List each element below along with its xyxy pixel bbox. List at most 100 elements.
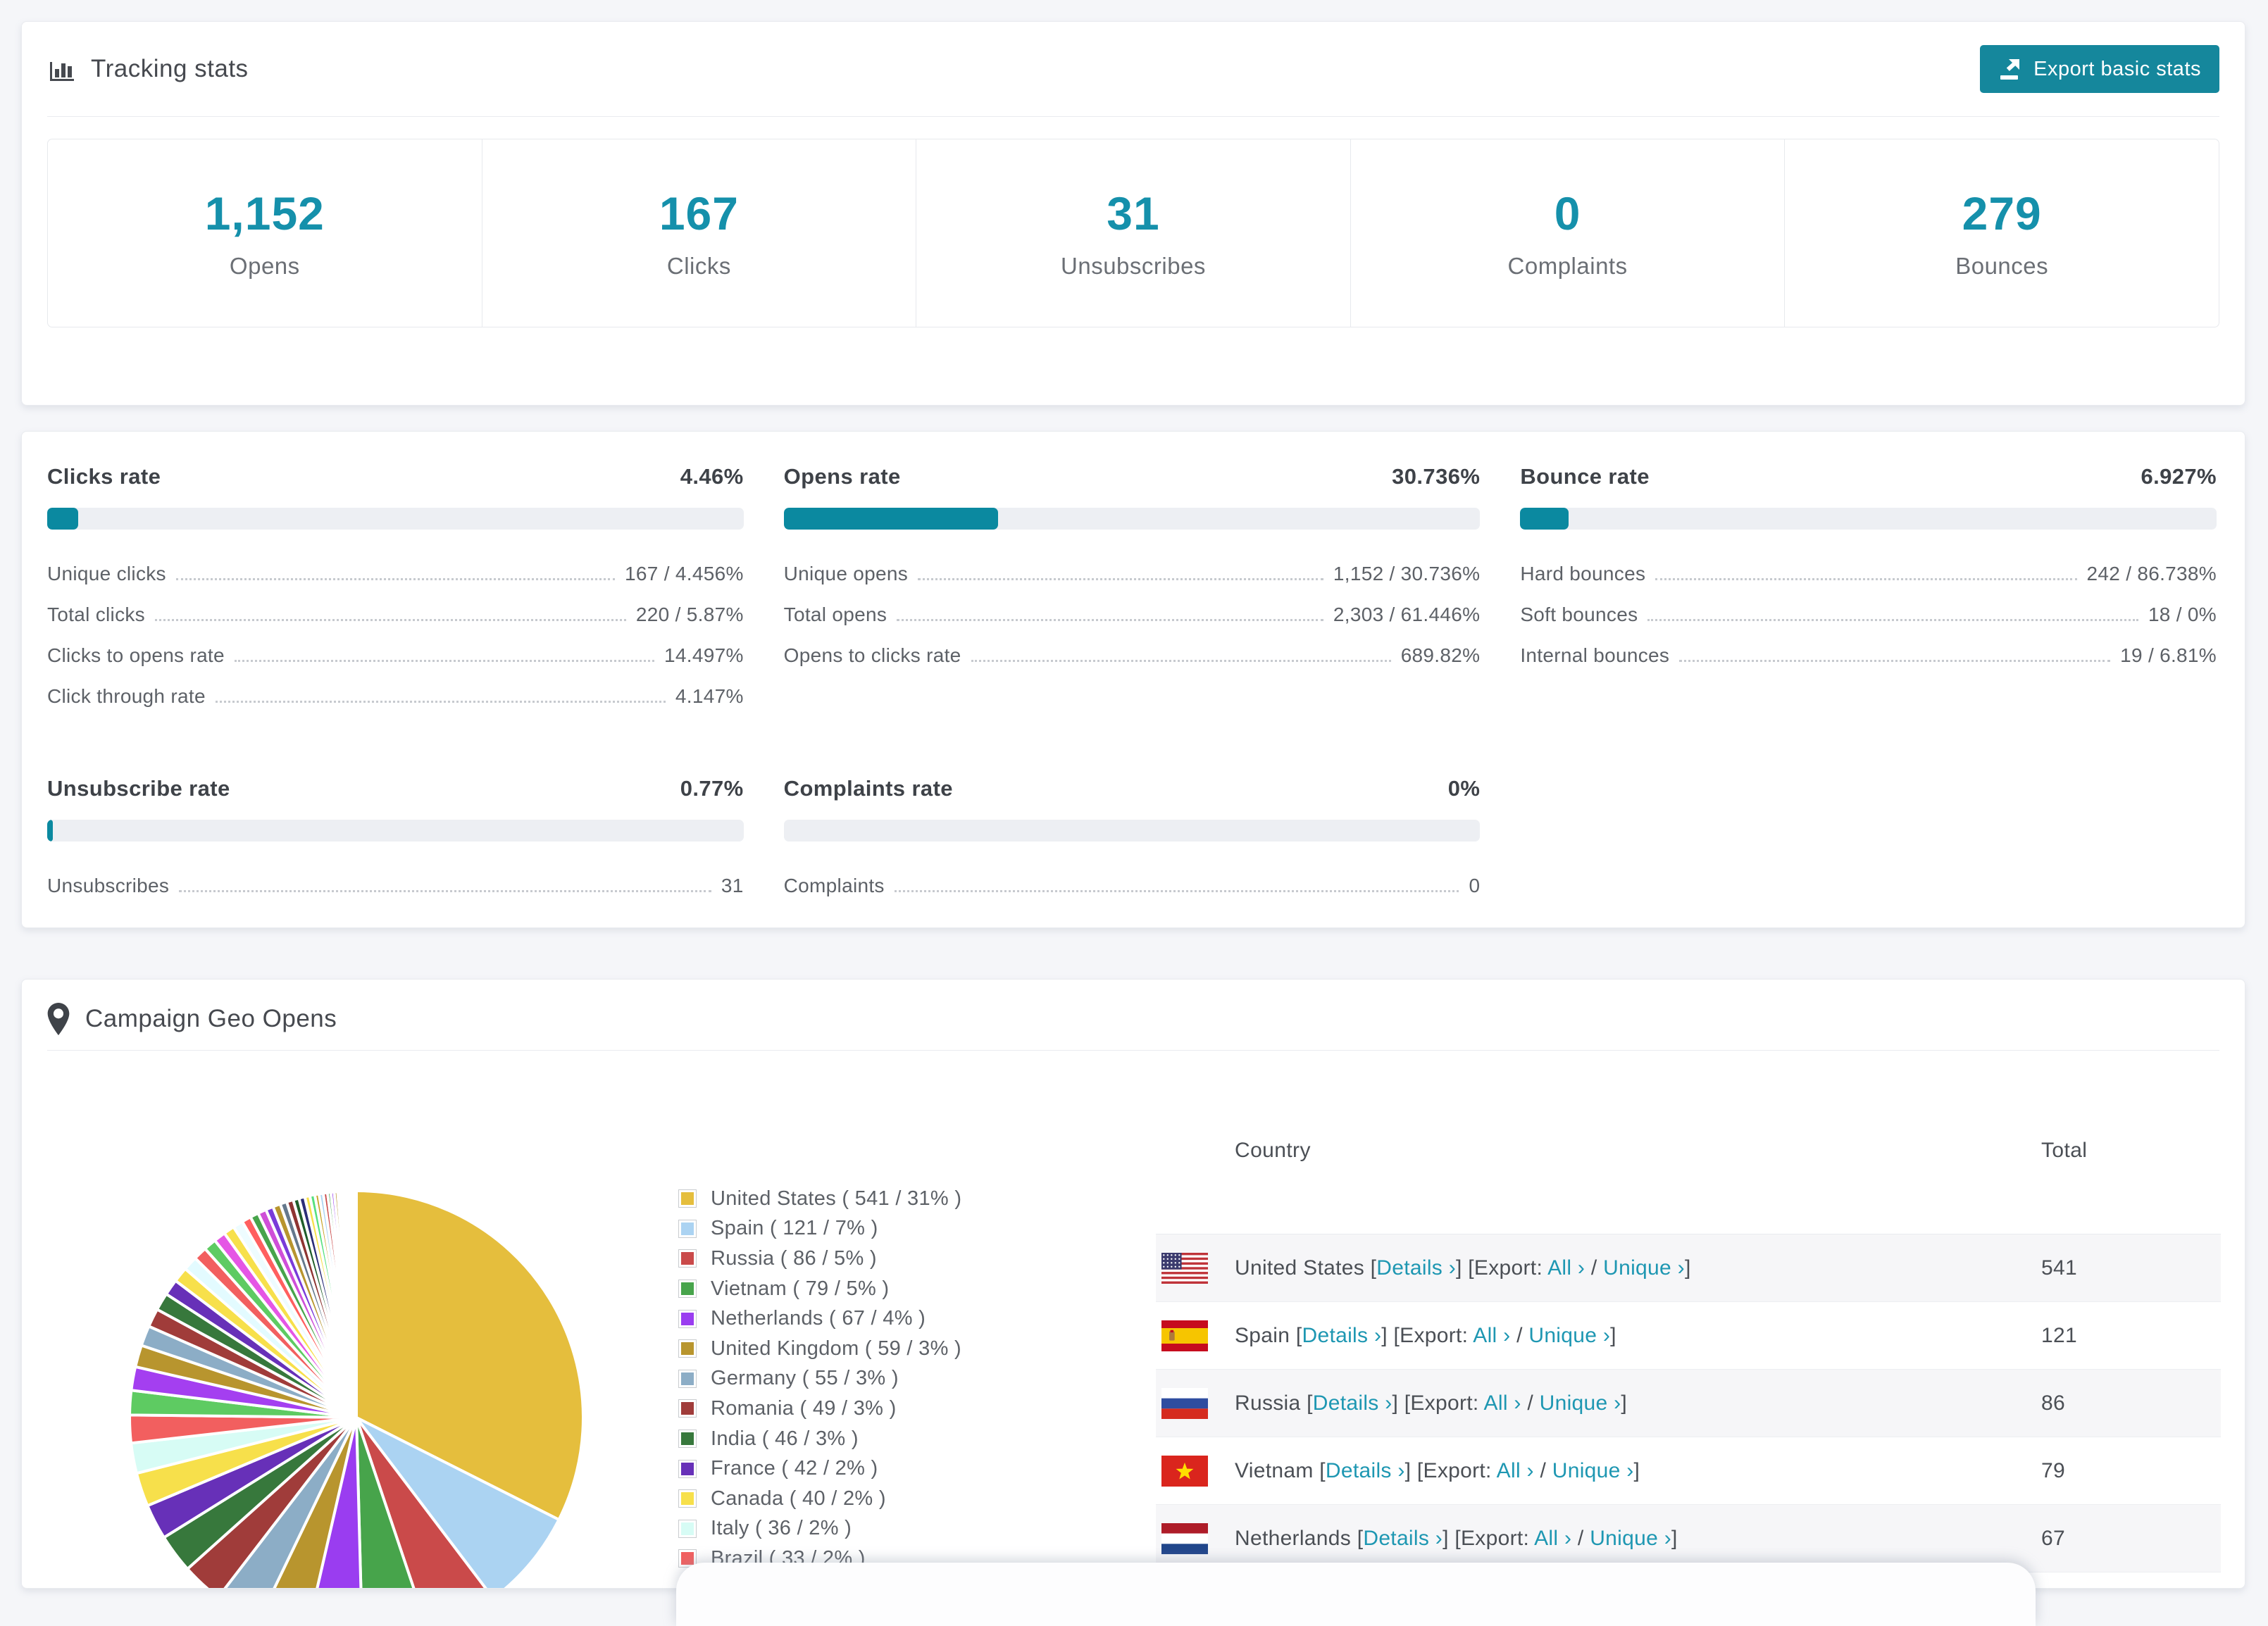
legend-item-romania[interactable]: Romania ( 49 / 3% ) [678,1394,961,1424]
rate-progress-bar [47,508,744,530]
country-links: Spain [Details ›] [Export: All › / Uniqu… [1235,1323,1616,1347]
legend-item-united-states[interactable]: United States ( 541 / 31% ) [678,1184,961,1214]
details-link[interactable]: Details › [1376,1256,1456,1280]
legend-item-vietnam[interactable]: Vietnam ( 79 / 5% ) [678,1274,961,1304]
stat-box-complaints: 0 Complaints [1351,139,1786,327]
rate-value: 6.927% [2141,464,2217,489]
rate-detail-label: Unique opens [783,563,909,584]
legend-label: Italy ( 36 / 2% ) [711,1517,852,1540]
country-total: 541 [2041,1256,2077,1280]
export-all-link[interactable]: All › [1497,1459,1534,1482]
rate-detail-label: Soft bounces [1520,604,1638,625]
export-unique-link[interactable]: Unique › [1528,1324,1610,1347]
legend-item-india[interactable]: India ( 46 / 3% ) [678,1424,961,1454]
country-name: United States [1235,1256,1365,1280]
stat-label: Opens [229,253,300,279]
legend-swatch [678,1399,697,1418]
rate-progress-fill [47,820,54,842]
rate-progress-fill [47,508,79,530]
legend-item-canada[interactable]: Canada ( 40 / 2% ) [678,1484,961,1514]
dotted-leader [897,619,1323,621]
ru-flag-icon [1161,1387,1208,1419]
stat-box-opens: 1,152 Opens [48,139,482,327]
es-flag-icon [1161,1320,1208,1351]
legend-swatch [678,1489,697,1508]
legend-label: Germany ( 55 / 3% ) [711,1367,899,1390]
export-unique-link[interactable]: Unique › [1603,1256,1685,1280]
export-unique-link[interactable]: Unique › [1552,1459,1634,1482]
legend-item-france[interactable]: France ( 42 / 2% ) [678,1453,961,1484]
country-total: 86 [2041,1391,2065,1415]
rate-title: Unsubscribe rate [47,776,230,801]
dotted-leader [971,660,1391,662]
stat-value: 0 [1554,187,1581,239]
nl-flag-icon [1161,1522,1208,1554]
header-divider [47,116,2219,117]
rate-detail-row: Unique clicks 167 / 4.456% [47,562,744,585]
export-basic-stats-button[interactable]: Export basic stats [1980,45,2219,93]
tracking-stats-title: Tracking stats [47,55,249,83]
legend-label: India ( 46 / 3% ) [711,1427,859,1450]
rate-title: Bounce rate [1520,464,1650,489]
export-all-link[interactable]: All › [1484,1392,1521,1415]
rate-detail-row: Unique opens 1,152 / 30.736% [784,562,1481,585]
rate-detail-label: Hard bounces [1520,563,1646,584]
rate-detail-row: Soft bounces 18 / 0% [1520,603,2217,626]
rate-detail-row: Total clicks 220 / 5.87% [47,603,744,626]
rate-detail-row: Complaints 0 [784,874,1481,897]
rate-progress-fill [1520,508,1569,530]
geo-header-divider [47,1050,2219,1051]
country-total: 67 [2041,1526,2065,1550]
export-all-link[interactable]: All › [1547,1256,1585,1280]
stat-box-bounces: 279 Bounces [1785,139,2219,327]
rate-card-complaints-rate: Complaints rate 0% Complaints 0 [783,776,1481,915]
rate-detail-value: 220 / 5.87% [635,604,744,625]
details-link[interactable]: Details › [1326,1459,1405,1482]
rate-progress-bar [783,820,1481,842]
country-total: 79 [2041,1458,2065,1482]
legend-item-netherlands[interactable]: Netherlands ( 67 / 4% ) [678,1303,961,1334]
rate-detail-value: 14.497% [664,644,744,666]
rates-panel: Clicks rate 4.46% Unique clicks 167 / 4.456… [21,431,2245,928]
vn-flag-icon [1161,1455,1208,1487]
stat-label: Complaints [1507,253,1628,279]
rate-detail-value: 4.147% [675,685,744,707]
legend-item-italy[interactable]: Italy ( 36 / 2% ) [678,1514,961,1544]
details-link[interactable]: Details › [1302,1324,1382,1347]
rate-detail-value: 689.82% [1400,644,1481,666]
rate-detail-row: Click through rate 4.147% [47,684,744,708]
legend-item-germany[interactable]: Germany ( 55 / 3% ) [678,1364,961,1394]
legend-item-russia[interactable]: Russia ( 86 / 5% ) [678,1244,961,1274]
export-all-link[interactable]: All › [1534,1527,1571,1550]
rate-detail-value: 1,152 / 30.736% [1333,563,1481,584]
legend-label: Spain ( 121 / 7% ) [711,1217,878,1240]
rate-detail-value: 19 / 6.81% [2120,644,2217,666]
legend-swatch [678,1249,697,1268]
rate-value: 0.77% [680,776,744,801]
details-link[interactable]: Details › [1313,1392,1392,1415]
export-unique-link[interactable]: Unique › [1540,1392,1621,1415]
country-name: Netherlands [1235,1526,1352,1550]
rate-progress-fill [783,508,998,530]
legend-item-united-kingdom[interactable]: United Kingdom ( 59 / 3% ) [678,1334,961,1364]
rate-progress-bar [1520,508,2217,530]
export-all-link[interactable]: All › [1473,1324,1510,1347]
details-link[interactable]: Details › [1363,1527,1443,1550]
rate-detail-row: Clicks to opens rate 14.497% [47,644,744,667]
rate-detail-value: 167 / 4.456% [625,563,744,584]
rate-detail-label: Total opens [783,604,887,625]
country-links: Netherlands [Details ›] [Export: All › /… [1235,1526,1678,1550]
legend-label: United Kingdom ( 59 / 3% ) [711,1337,961,1360]
rate-progress-bar [47,820,744,842]
pie-legend: United States ( 541 / 31% ) Spain ( 121 /… [678,1184,961,1588]
country-links: United States [Details ›] [Export: All ›… [1235,1256,1691,1280]
legend-swatch [678,1369,697,1388]
legend-item-spain[interactable]: Spain ( 121 / 7% ) [678,1214,961,1244]
panel-title-text: Tracking stats [91,55,249,82]
legend-label: Netherlands ( 67 / 4% ) [711,1307,926,1330]
geo-panel-title: Campaign Geo Opens [47,1003,337,1035]
export-unique-link[interactable]: Unique › [1590,1527,1671,1550]
stat-label: Bounces [1955,253,2049,279]
stat-box-unsubscribes: 31 Unsubscribes [916,139,1351,327]
geo-title-text: Campaign Geo Opens [85,1005,337,1032]
